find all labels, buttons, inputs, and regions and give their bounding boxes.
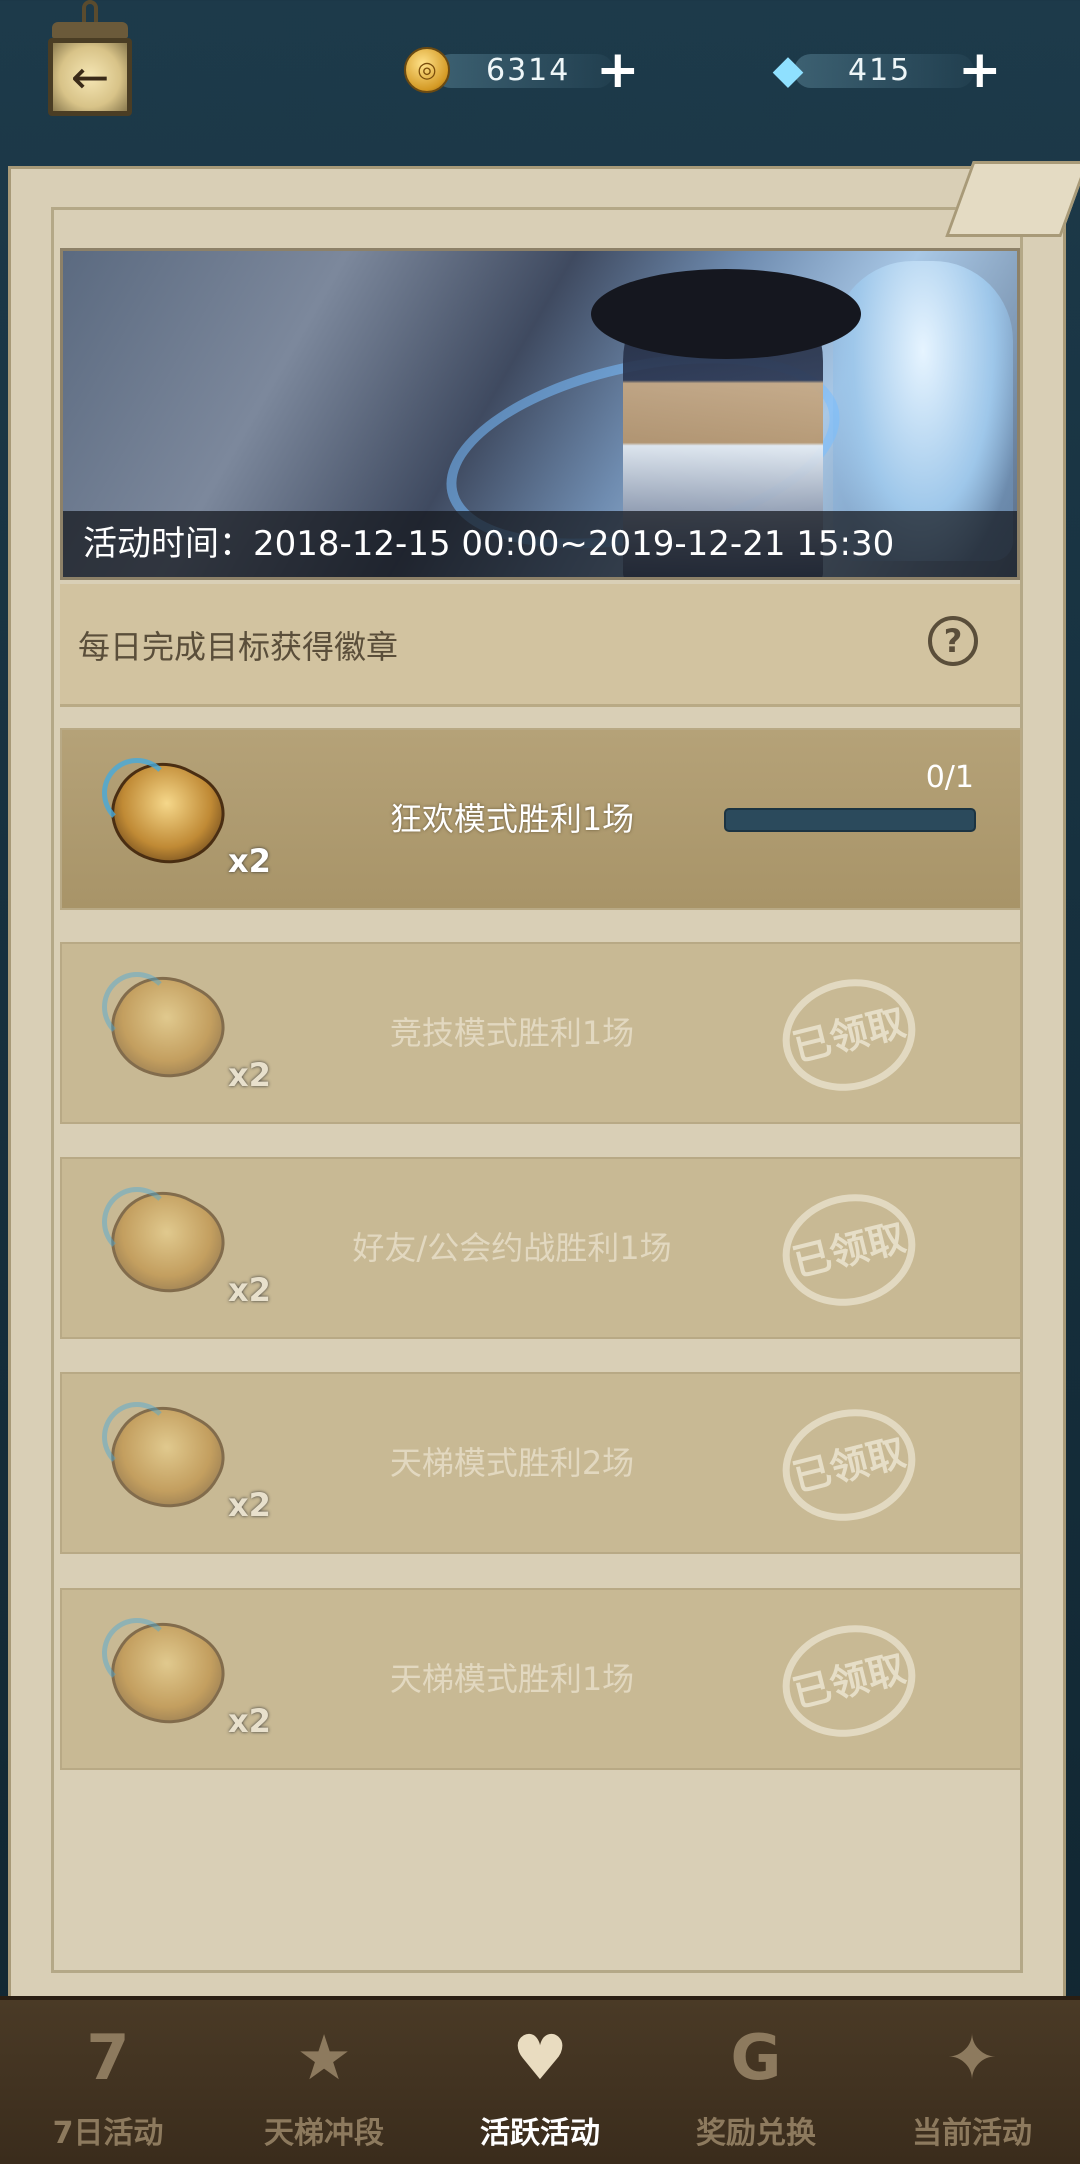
daily-goal-header: 每日完成目标获得徽章 ?: [60, 584, 1020, 707]
task-label: 天梯模式胜利1场: [389, 1660, 635, 1698]
reward-quantity: x2: [228, 1486, 271, 1524]
panel-corner-fold: [945, 161, 1080, 237]
nav-item-active-events[interactable]: ♥ 活跃活动: [432, 2000, 648, 2164]
seven-day-icon: 7: [86, 2021, 130, 2094]
daily-goal-text: 每日完成目标获得徽章: [78, 628, 399, 666]
claimed-stamp: 已领取: [770, 965, 928, 1105]
gem-balance: ◆ 415 +: [764, 40, 1002, 100]
back-arrow-icon: ←: [48, 38, 132, 116]
badge-reward: [94, 1173, 240, 1313]
reward-quantity: x2: [228, 842, 271, 880]
task-label: 天梯模式胜利2场: [389, 1444, 635, 1482]
task-row-0[interactable]: x2 狂欢模式胜利1场 0/1: [60, 728, 1022, 910]
task-label: 狂欢模式胜利1场: [389, 800, 635, 838]
badge-glow: [102, 1187, 172, 1257]
bottom-nav: 7 7日活动 ★ 天梯冲段 ♥ 活跃活动 G 奖励兑换 ✦ 当前活动: [0, 1996, 1080, 2164]
trophy-icon: ♥: [512, 2021, 568, 2094]
progress-text: 0/1: [925, 760, 974, 795]
badge-glow: [102, 1618, 172, 1688]
claimed-stamp: 已领取: [770, 1395, 928, 1535]
badge-reward: [94, 1604, 240, 1744]
help-icon[interactable]: ?: [928, 616, 978, 666]
nav-label: 当前活动: [912, 2116, 1032, 2151]
event-time: 活动时间：2018-12-15 00:00~2019-12-21 15:30: [63, 511, 1017, 577]
add-coins-button[interactable]: +: [596, 44, 640, 96]
coin-balance: ◎ 6314 +: [404, 40, 640, 100]
task-row-4[interactable]: x2 天梯模式胜利1场 已领取: [60, 1588, 1022, 1770]
gem-value: 415: [848, 52, 912, 88]
lantern-cap: [52, 22, 128, 38]
event-banner: 活动时间：2018-12-15 00:00~2019-12-21 15:30: [60, 248, 1020, 580]
claimed-stamp: 已领取: [770, 1611, 928, 1751]
badge-glow: [102, 758, 172, 828]
badge-glow: [102, 1402, 172, 1472]
task-row-3[interactable]: x2 天梯模式胜利2场 已领取: [60, 1372, 1022, 1554]
badge-glow: [102, 972, 172, 1042]
gold-coin-icon: ◎: [404, 47, 450, 93]
task-row-2[interactable]: x2 好友/公会约战胜利1场 已领取: [60, 1157, 1022, 1339]
nav-label: 活跃活动: [480, 2116, 600, 2151]
badge-reward: [94, 958, 240, 1098]
nav-item-7day[interactable]: 7 7日活动: [0, 2000, 216, 2164]
top-bar: ← ◎ 6314 + ◆ 415 +: [0, 0, 1080, 150]
exchange-g-icon: G: [730, 2021, 782, 2094]
badge-reward: [94, 1388, 240, 1528]
reward-quantity: x2: [228, 1702, 271, 1740]
party-horn-icon: ✦: [946, 2021, 998, 2094]
task-label: 竞技模式胜利1场: [389, 1014, 635, 1052]
badge-reward: [94, 744, 240, 884]
ladder-medal-icon: ★: [296, 2021, 352, 2094]
nav-label: 奖励兑换: [696, 2116, 816, 2151]
coin-value: 6314: [486, 52, 571, 88]
claimed-stamp: 已领取: [770, 1180, 928, 1320]
add-gems-button[interactable]: +: [958, 44, 1002, 96]
musketeer-hat-art: [591, 269, 861, 359]
task-row-1[interactable]: x2 竞技模式胜利1场 已领取: [60, 942, 1022, 1124]
nav-item-exchange[interactable]: G 奖励兑换: [648, 2000, 864, 2164]
nav-item-ladder[interactable]: ★ 天梯冲段: [216, 2000, 432, 2164]
reward-quantity: x2: [228, 1271, 271, 1309]
nav-item-current-events[interactable]: ✦ 当前活动: [864, 2000, 1080, 2164]
nav-label: 天梯冲段: [264, 2116, 384, 2151]
back-button[interactable]: ←: [38, 0, 142, 125]
nav-label: 7日活动: [52, 2116, 164, 2151]
diamond-icon: ◆: [772, 47, 804, 93]
reward-quantity: x2: [228, 1056, 271, 1094]
task-label: 好友/公会约战胜利1场: [352, 1229, 672, 1267]
progress-bar: [724, 808, 976, 832]
